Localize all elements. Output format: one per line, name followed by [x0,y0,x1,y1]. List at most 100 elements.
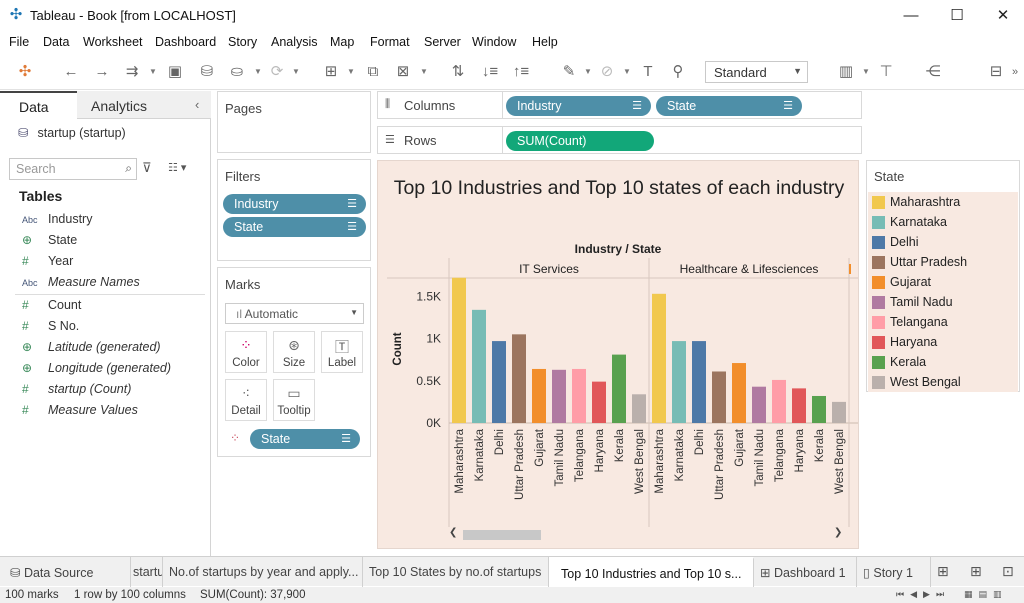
fit-select[interactable]: Standard ▼ [705,61,808,83]
tooltip-button[interactable]: ▭ Tooltip [273,379,315,421]
show-hide-cards-icon[interactable]: ⊟ [985,62,1007,82]
new-worksheet-icon[interactable]: ⊞ [320,62,342,82]
viz-canvas[interactable]: Top 10 Industries and Top 10 states of e… [377,160,859,549]
legend-item[interactable]: West Bengal [868,372,1018,392]
menu-format[interactable]: Format [370,35,410,49]
close-button[interactable]: ✕ [980,4,1024,28]
new-story-icon[interactable]: ⊡ [1002,563,1014,580]
legend-item[interactable]: Kerala [868,352,1018,372]
menu-help[interactable]: Help [532,35,558,49]
minimize-button[interactable]: — [888,4,934,28]
chevron-down-icon[interactable]: ▼ [622,62,632,82]
tab-startups-by-year[interactable]: No.of startups by year and apply... [163,557,363,587]
tab-dashboard-1[interactable]: ⊞ Dashboard 1 [754,557,857,587]
legend-item[interactable]: Uttar Pradesh [868,252,1018,272]
rows-shelf[interactable]: ☰ Rows SUM(Count) [377,126,862,154]
legend-item[interactable]: Haryana [868,332,1018,352]
menu-server[interactable]: Server [424,35,461,49]
field-measure-names[interactable]: Abc Measure Names [22,275,140,293]
menu-window[interactable]: Window [472,35,516,49]
filter-pill-state[interactable]: State ☰ [223,217,366,237]
tab-top10-industries[interactable]: Top 10 Industries and Top 10 s... [549,557,754,587]
legend-item[interactable]: Telangana [868,312,1018,332]
pause-updates-icon[interactable]: ⛀ [226,62,248,82]
pages-shelf[interactable]: Pages [217,91,371,153]
horizontal-scrollbar[interactable]: ❮ ❯ [446,527,849,543]
view-list-icon[interactable]: ☷ ▾ [168,161,186,174]
menu-map[interactable]: Map [330,35,354,49]
color-button[interactable]: ⁘ Color [225,331,267,373]
refresh-icon[interactable]: ⟳ [266,62,288,82]
tab-top10-states[interactable]: Top 10 States by no.of startups [363,557,549,587]
legend-item[interactable]: Tamil Nadu [868,292,1018,312]
filter-pill-industry[interactable]: Industry ☰ [223,194,366,214]
legend-item[interactable]: Karnataka [868,212,1018,232]
datasource-item[interactable]: ⛁ startup (startup) [18,125,126,140]
tab-startups[interactable]: startu... [131,557,163,587]
chevron-down-icon[interactable]: ▼ [253,62,263,82]
menu-analysis[interactable]: Analysis [271,35,318,49]
replay-icon[interactable]: ⇉ [121,62,143,82]
legend-item[interactable]: Delhi [868,232,1018,252]
scrollbar-thumb[interactable] [463,530,541,540]
maximize-button[interactable]: ☐ [934,4,980,28]
undo-icon[interactable]: ← [60,62,82,82]
redo-icon[interactable]: → [91,62,113,82]
show-me-icon[interactable]: ▥ [835,62,857,82]
legend-item[interactable]: Gujarat [868,272,1018,292]
collapse-icon[interactable]: ‹ [195,97,199,112]
tab-data-source[interactable]: ⛁ Data Source [0,557,131,587]
clear-sheet-icon[interactable]: ⊠ [392,62,414,82]
field-industry[interactable]: Abc Industry [22,212,92,230]
chevron-down-icon[interactable]: ▼ [419,62,429,82]
field-state[interactable]: ⊕ State [22,233,77,251]
search-input[interactable]: Search ⌕ [9,158,137,180]
duplicate-icon[interactable]: ⧉ [362,62,384,82]
share-icon[interactable]: ⋲ [922,62,944,82]
field-count[interactable]: # Count [22,298,81,316]
more-icon[interactable]: » [1008,62,1022,82]
view-mode-icons[interactable]: ▦▤▥ [964,589,1008,600]
filters-shelf[interactable]: Filters Industry ☰ State ☰ [217,159,371,261]
pin-icon[interactable]: ⚲ [667,62,689,82]
chevron-down-icon[interactable]: ▼ [291,62,301,82]
tab-story-1[interactable]: ▯ Story 1 [857,557,931,587]
sort-descending-icon[interactable]: ↑≡ [510,62,532,82]
field-longitude[interactable]: ⊕ Longitude (generated) [22,361,171,379]
field-year[interactable]: # Year [22,254,73,272]
field-startup-count[interactable]: # startup (Count) [22,382,131,400]
chevron-down-icon[interactable]: ▼ [346,62,356,82]
sort-ascending-icon[interactable]: ↓≡ [479,62,501,82]
tab-data[interactable]: Data [0,91,77,119]
mark-type-select[interactable]: ıl Automatic ▼ [225,303,364,324]
save-icon[interactable]: ▣ [164,62,186,82]
field-measure-values[interactable]: # Measure Values [22,403,138,421]
label-button[interactable]: 🅃 Label [321,331,363,373]
chevron-down-icon[interactable]: ▼ [148,62,158,82]
rows-pill-sum-count[interactable]: SUM(Count) [506,131,654,151]
columns-pill-industry[interactable]: Industry ☰ [506,96,651,116]
sheet-navigation-icons[interactable]: ⏮◀▶⏭ [896,589,950,600]
labels-icon[interactable]: T [637,62,659,82]
new-dashboard-icon[interactable]: ⊞ [970,563,982,580]
size-button[interactable]: ⊛ Size [273,331,315,373]
menu-file[interactable]: File [9,35,29,49]
tableau-start-icon[interactable]: ✣ [14,62,36,82]
tab-analytics[interactable]: Analytics [77,91,211,119]
filter-icon[interactable]: ⊽ [142,160,152,176]
menu-worksheet[interactable]: Worksheet [83,35,143,49]
chevron-down-icon[interactable]: ▼ [583,62,593,82]
new-datasource-icon[interactable]: ⛁ [196,62,218,82]
highlight-icon[interactable]: ✎ [558,62,580,82]
swap-icon[interactable]: ⇅ [447,62,469,82]
menu-story[interactable]: Story [228,35,257,49]
marks-pill-state[interactable]: State ☰ [250,429,360,449]
menu-dashboard[interactable]: Dashboard [155,35,216,49]
chevron-down-icon[interactable]: ▼ [861,62,871,82]
group-icon[interactable]: ⊘ [596,62,618,82]
field-latitude[interactable]: ⊕ Latitude (generated) [22,340,161,358]
detail-button[interactable]: ⁖ Detail [225,379,267,421]
new-sheet-icon[interactable]: ⊞ [937,563,949,580]
scroll-left-icon[interactable]: ❮ [449,527,457,538]
field-sno[interactable]: # S No. [22,319,79,337]
